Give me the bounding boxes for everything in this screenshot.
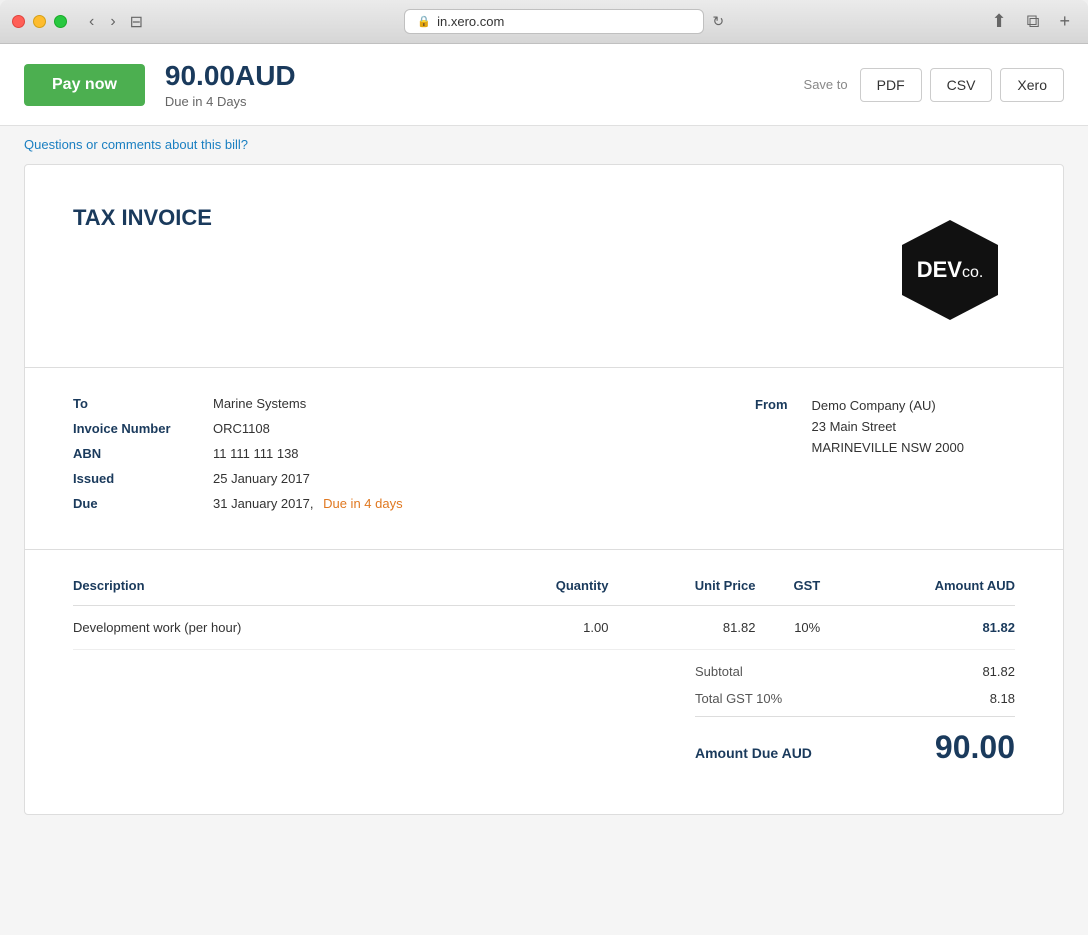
pay-now-button[interactable]: Pay now bbox=[24, 64, 145, 106]
subtotal-value: 81.82 bbox=[982, 664, 1015, 679]
items-table: Description Quantity Unit Price GST Amou… bbox=[73, 578, 1015, 650]
from-company: Demo Company (AU) bbox=[812, 396, 964, 417]
tabs-button[interactable]: ⧉ bbox=[1021, 9, 1046, 34]
title-bar: ‹ › ⊟ 🔒 in.xero.com ↻ ⬆ ⧉ + bbox=[0, 0, 1088, 44]
line-items-section: Description Quantity Unit Price GST Amou… bbox=[25, 550, 1063, 814]
back-button[interactable]: ‹ bbox=[83, 11, 100, 33]
subtotal-row: Subtotal 81.82 bbox=[695, 658, 1015, 685]
from-section: From Demo Company (AU) 23 Main Street MA… bbox=[755, 396, 1015, 458]
devco-logo: DEVco. bbox=[885, 205, 1015, 335]
amount-cell: 81.82 bbox=[820, 606, 1015, 650]
invoice-right-details: From Demo Company (AU) 23 Main Street MA… bbox=[755, 396, 1015, 521]
invoice-number-value: ORC1108 bbox=[213, 421, 270, 436]
nav-buttons: ‹ › bbox=[83, 11, 122, 33]
from-label: From bbox=[755, 397, 788, 412]
share-button[interactable]: ⬆ bbox=[986, 9, 1013, 34]
address-bar[interactable]: 🔒 in.xero.com bbox=[404, 9, 704, 34]
to-value: Marine Systems bbox=[213, 396, 306, 411]
csv-button[interactable]: CSV bbox=[930, 68, 993, 102]
traffic-lights bbox=[12, 15, 67, 28]
address-bar-container: 🔒 in.xero.com ↻ bbox=[143, 9, 985, 34]
amount-due-section: 90.00 AUD Due in 4 Days bbox=[165, 60, 296, 109]
action-bar: Pay now 90.00 AUD Due in 4 Days Save to … bbox=[0, 44, 1088, 126]
sidebar-button[interactable]: ⊟ bbox=[130, 12, 143, 32]
invoice-title: TAX INVOICE bbox=[73, 205, 212, 231]
logo-svg: DEVco. bbox=[890, 215, 1010, 325]
toolbar-actions: ⬆ ⧉ + bbox=[986, 9, 1076, 34]
minimize-button[interactable] bbox=[33, 15, 46, 28]
invoice-title-container: TAX INVOICE bbox=[73, 205, 212, 231]
invoice-number-label: Invoice Number bbox=[73, 421, 213, 436]
table-header-row: Description Quantity Unit Price GST Amou… bbox=[73, 578, 1015, 606]
due-row: Due 31 January 2017, Due in 4 days bbox=[73, 496, 675, 511]
issued-value: 25 January 2017 bbox=[213, 471, 310, 486]
description-cell: Development work (per hour) bbox=[73, 606, 481, 650]
invoice-header: TAX INVOICE DEVco. bbox=[25, 165, 1063, 368]
amount-value: 90.00 bbox=[165, 60, 235, 92]
forward-button[interactable]: › bbox=[104, 11, 121, 33]
abn-label: ABN bbox=[73, 446, 213, 461]
to-label: To bbox=[73, 396, 213, 411]
url-text: in.xero.com bbox=[437, 14, 504, 29]
amount-header: Amount AUD bbox=[820, 578, 1015, 606]
totals-table: Subtotal 81.82 Total GST 10% 8.18 Amount… bbox=[695, 658, 1015, 774]
gst-row: Total GST 10% 8.18 bbox=[695, 685, 1015, 712]
gst-header: GST bbox=[755, 578, 820, 606]
browser-content: Pay now 90.00 AUD Due in 4 Days Save to … bbox=[0, 44, 1088, 935]
unit-price-header: Unit Price bbox=[608, 578, 755, 606]
browser-window: ‹ › ⊟ 🔒 in.xero.com ↻ ⬆ ⧉ + Pay now 90.0… bbox=[0, 0, 1088, 935]
unit-price-cell: 81.82 bbox=[608, 606, 755, 650]
amount-due-total-value: 90.00 bbox=[935, 729, 1015, 766]
invoice-number-row: Invoice Number ORC1108 bbox=[73, 421, 675, 436]
add-tab-button[interactable]: + bbox=[1053, 9, 1076, 34]
due-date: 31 January 2017, bbox=[213, 496, 313, 511]
amount-due-total-label: Amount Due AUD bbox=[695, 745, 812, 761]
save-to-label: Save to bbox=[804, 77, 848, 92]
maximize-button[interactable] bbox=[54, 15, 67, 28]
table-row: Development work (per hour) 1.00 81.82 1… bbox=[73, 606, 1015, 650]
action-bar-left: Pay now 90.00 AUD Due in 4 Days bbox=[24, 60, 296, 109]
close-button[interactable] bbox=[12, 15, 25, 28]
gst-value: 8.18 bbox=[990, 691, 1015, 706]
due-value: 31 January 2017, Due in 4 days bbox=[213, 496, 403, 511]
abn-row: ABN 11 111 111 138 bbox=[73, 446, 675, 461]
abn-value: 11 111 111 138 bbox=[213, 446, 299, 461]
to-row: To Marine Systems bbox=[73, 396, 675, 411]
description-header: Description bbox=[73, 578, 481, 606]
from-city: MARINEVILLE NSW 2000 bbox=[812, 438, 964, 459]
due-label: Due bbox=[73, 496, 213, 511]
questions-link[interactable]: Questions or comments about this bill? bbox=[24, 137, 248, 152]
questions-bar: Questions or comments about this bill? bbox=[0, 126, 1088, 164]
invoice-left-details: To Marine Systems Invoice Number ORC1108… bbox=[73, 396, 675, 521]
subtotal-label: Subtotal bbox=[695, 664, 743, 679]
invoice-details: To Marine Systems Invoice Number ORC1108… bbox=[25, 368, 1063, 550]
currency-label: AUD bbox=[235, 60, 296, 92]
from-address: Demo Company (AU) 23 Main Street MARINEV… bbox=[812, 396, 964, 458]
from-street: 23 Main Street bbox=[812, 417, 964, 438]
issued-row: Issued 25 January 2017 bbox=[73, 471, 675, 486]
gst-label: Total GST 10% bbox=[695, 691, 782, 706]
pdf-button[interactable]: PDF bbox=[860, 68, 922, 102]
save-to-section: Save to PDF CSV Xero bbox=[804, 68, 1064, 102]
quantity-cell: 1.00 bbox=[481, 606, 609, 650]
refresh-button[interactable]: ↻ bbox=[712, 13, 724, 30]
lock-icon: 🔒 bbox=[417, 15, 431, 28]
due-days-label: Due in 4 Days bbox=[165, 94, 296, 109]
amount-due-total-row: Amount Due AUD 90.00 bbox=[695, 716, 1015, 774]
line-items-body: Development work (per hour) 1.00 81.82 1… bbox=[73, 606, 1015, 650]
xero-button[interactable]: Xero bbox=[1000, 68, 1064, 102]
issued-label: Issued bbox=[73, 471, 213, 486]
totals-section: Subtotal 81.82 Total GST 10% 8.18 Amount… bbox=[73, 650, 1015, 774]
quantity-header: Quantity bbox=[481, 578, 609, 606]
due-highlight: Due in 4 days bbox=[323, 496, 403, 511]
gst-cell: 10% bbox=[755, 606, 820, 650]
invoice-wrapper: TAX INVOICE DEVco. To Marine Systems bbox=[24, 164, 1064, 815]
